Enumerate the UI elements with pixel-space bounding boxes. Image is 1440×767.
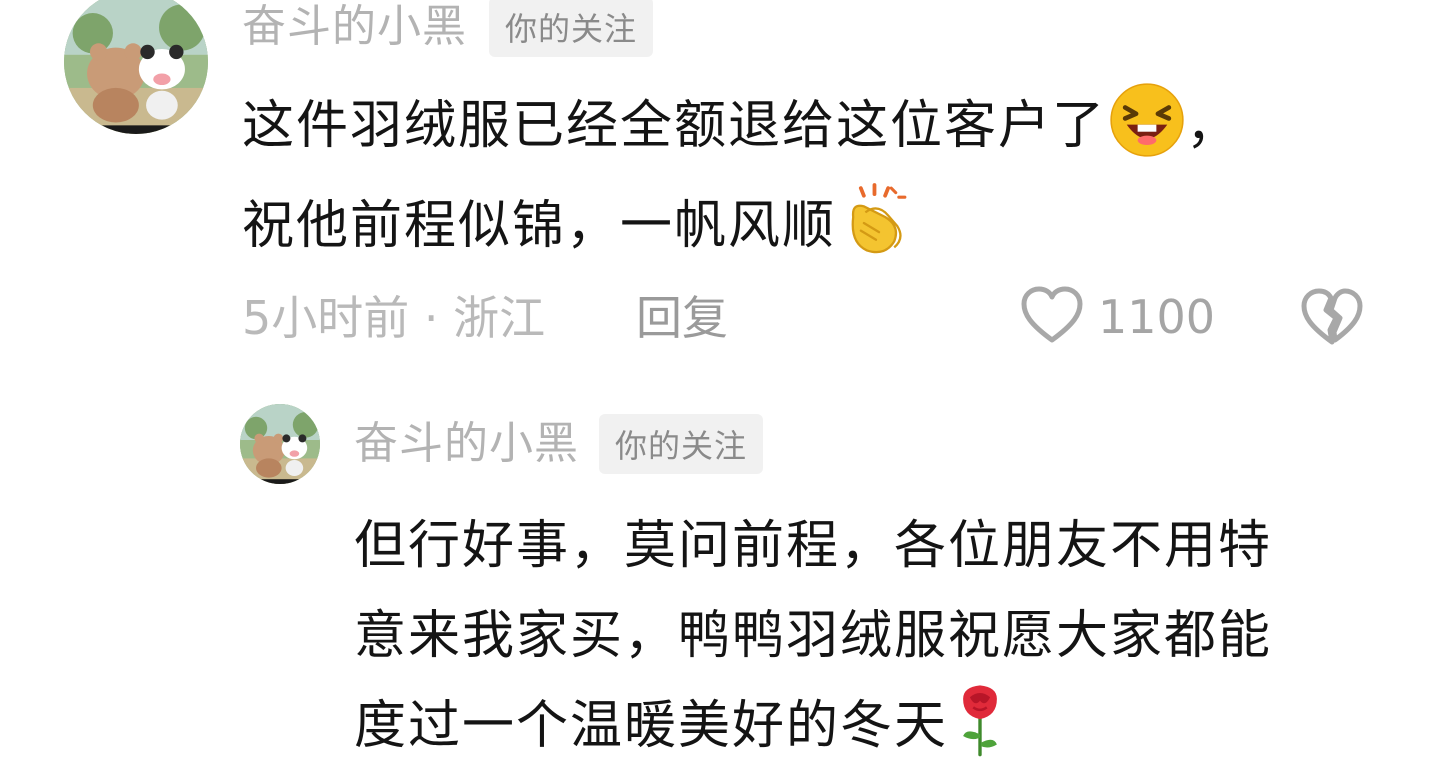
username[interactable]: 奋斗的小黑	[354, 416, 579, 472]
comment-time-location: 5小时前 · 浙江	[242, 291, 546, 345]
following-badge: 你的关注	[599, 414, 764, 474]
reply-button[interactable]: 回复	[636, 290, 728, 346]
comment-header: 奋斗的小黑 你的关注	[242, 0, 654, 57]
comment-text-line: 祝他前程似锦，一帆风顺	[242, 182, 914, 258]
reply-text-line: 但行好事，莫问前程，各位朋友不用特	[354, 504, 1272, 576]
like-button[interactable]: 1100	[1020, 286, 1216, 348]
avatar[interactable]	[64, 0, 208, 134]
reply-text: 意来我家买，鸭鸭羽绒服祝愿大家都能	[354, 605, 1273, 666]
reply-header: 奋斗的小黑 你的关注	[354, 414, 764, 474]
avatar-illustration	[64, 0, 208, 134]
dislike-button[interactable]	[1300, 288, 1364, 350]
broken-heart-icon	[1300, 288, 1364, 350]
reply-text-line: 意来我家买，鸭鸭羽绒服祝愿大家都能	[354, 594, 1272, 666]
avatar[interactable]	[240, 404, 320, 484]
reply-text-line: 度过一个温暖美好的冬天	[354, 682, 1008, 758]
like-count: 1100	[1098, 290, 1216, 344]
following-badge: 你的关注	[489, 0, 654, 57]
username[interactable]: 奋斗的小黑	[242, 0, 467, 54]
rose-emoji	[952, 682, 1008, 758]
laughing-face-emoji	[1108, 81, 1186, 159]
clapping-hands-emoji	[838, 182, 914, 258]
avatar-illustration	[240, 404, 320, 484]
comment-text-line: 这件羽绒服已经全额退给这位客户了 ，	[242, 81, 1241, 159]
heart-outline-icon	[1020, 286, 1084, 348]
comment-text: ，	[1186, 95, 1241, 156]
reply-text: 度过一个温暖美好的冬天	[354, 695, 949, 756]
reply-text: 但行好事，莫问前程，各位朋友不用特	[354, 515, 1273, 576]
comment-text: 祝他前程似锦，一帆风顺	[242, 195, 837, 256]
comment-text: 这件羽绒服已经全额退给这位客户了	[242, 95, 1107, 156]
